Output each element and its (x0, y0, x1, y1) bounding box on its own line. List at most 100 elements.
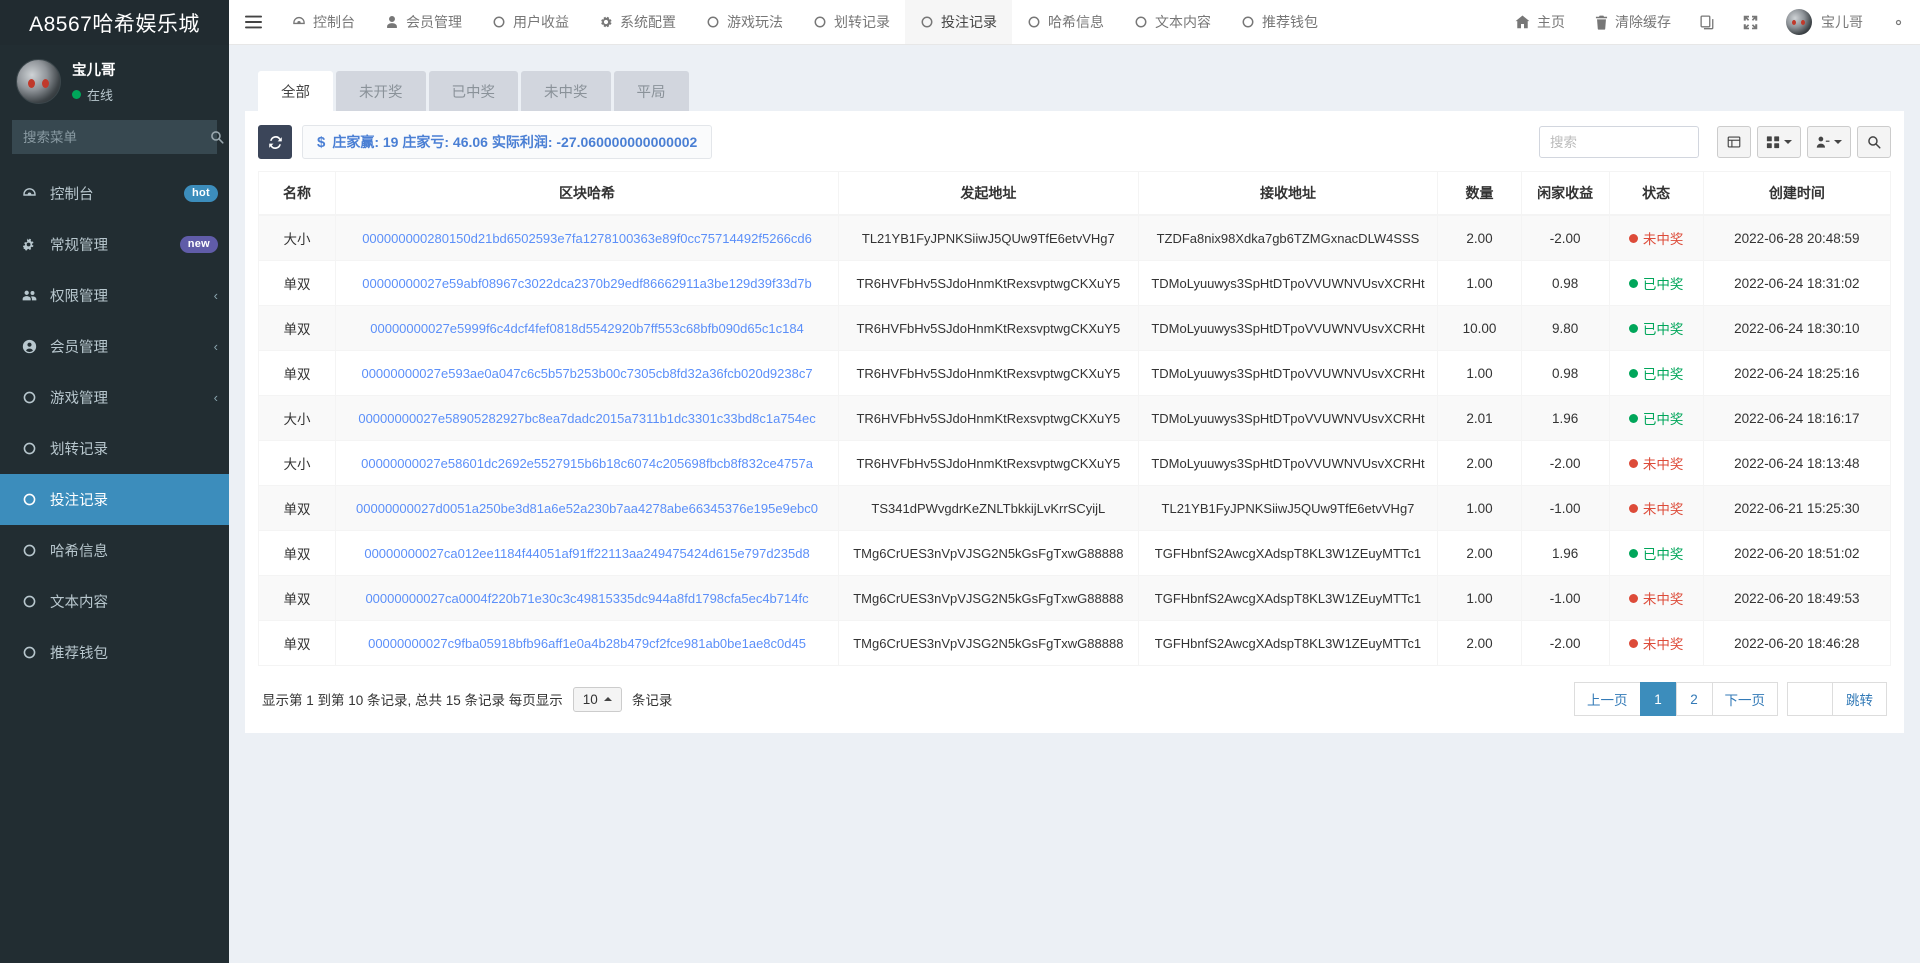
cell-status: 已中奖 (1608, 305, 1704, 351)
cell-hash: 00000000027d0051a250be3d81a6e52a230b7aa4… (335, 485, 840, 531)
circle-icon (706, 15, 720, 29)
sidebar-item-1[interactable]: 常规管理 new (0, 219, 229, 270)
sidebar-item-8[interactable]: 文本内容 (0, 576, 229, 627)
column-header-1[interactable]: 区块哈希 (335, 171, 840, 216)
cell-from-address: TR6HVFbHv5SJdoHnmKtRexsvptwgCKXuY5 (838, 440, 1139, 486)
table-row: 大小 00000000027e58905282927bc8ea7dadc2015a… (257, 395, 1892, 441)
pagination-prev[interactable]: 上一页 (1574, 682, 1640, 716)
sidebar-item-4[interactable]: 游戏管理 ‹ (0, 372, 229, 423)
tab-4[interactable]: 平局 (613, 71, 689, 111)
sidebar-item-label: 常规管理 (50, 238, 108, 254)
cell-name: 大小 (257, 440, 337, 486)
hash-link[interactable]: 00000000027e593ae0a047c6c5b57b253b00c730… (361, 366, 812, 381)
status-dot-icon (1628, 503, 1638, 513)
export-button[interactable] (1807, 126, 1851, 158)
status-badge: 未中奖 (1642, 457, 1684, 472)
search-input[interactable] (1539, 126, 1699, 158)
status-dot-icon (1628, 233, 1638, 243)
nav-user-menu[interactable]: 宝儿哥 (1772, 0, 1877, 44)
nav-link-0[interactable]: 控制台 (277, 0, 370, 44)
sidebar-item-0[interactable]: 控制台 hot (0, 168, 229, 219)
hash-link[interactable]: 00000000027ca0004f220b71e30c3c49815335dc… (365, 591, 808, 606)
cell-profit: -1.00 (1520, 575, 1610, 621)
stats-banner: $ 庄家赢: 19 庄家亏: 46.06 实际利润: -27.060000000… (302, 125, 713, 159)
nav-link-3[interactable]: 系统配置 (584, 0, 691, 44)
cell-amount: 2.00 (1437, 530, 1522, 576)
page-size-selector[interactable]: 10 (572, 686, 622, 712)
tab-0[interactable]: 全部 (258, 71, 333, 111)
sidebar-item-2[interactable]: 权限管理 ‹ (0, 270, 229, 321)
hash-link[interactable]: 00000000027e58905282927bc8ea7dadc2015a73… (358, 411, 815, 426)
pagination-jump-button[interactable]: 跳转 (1832, 682, 1887, 716)
tab-1[interactable]: 未开奖 (336, 71, 426, 111)
hash-link[interactable]: 000000000280150d21bd6502593e7fa127810036… (362, 231, 812, 246)
nav-link-6[interactable]: 投注记录 (905, 0, 1012, 44)
gear-icon[interactable] (1877, 0, 1920, 44)
pagination-page-1[interactable]: 1 (1639, 682, 1676, 716)
sidebar-item-6[interactable]: 投注记录 (0, 474, 229, 525)
hash-link[interactable]: 00000000027ca012ee1184f44051af91ff22113a… (364, 546, 809, 561)
circle-icon (1027, 15, 1041, 29)
cell-profit: 0.98 (1520, 350, 1610, 396)
sidebar-item-9[interactable]: 推荐钱包 (0, 627, 229, 678)
nav-clear-cache-button[interactable]: 清除缓存 (1580, 0, 1686, 44)
column-header-3[interactable]: 接收地址 (1137, 171, 1439, 216)
column-header-6[interactable]: 状态 (1608, 171, 1704, 216)
cell-profit: 0.98 (1520, 260, 1610, 306)
hamburger-icon[interactable] (229, 0, 277, 44)
sidebar-search-input[interactable] (13, 129, 210, 145)
tab-2[interactable]: 已中奖 (428, 71, 518, 111)
nav-link-1[interactable]: 会员管理 (370, 0, 477, 44)
tab-3[interactable]: 未中奖 (521, 71, 611, 111)
duplicate-window-icon[interactable] (1686, 0, 1729, 44)
page-size-value: 10 (582, 691, 598, 707)
column-header-2[interactable]: 发起地址 (838, 171, 1139, 216)
cell-amount: 1.00 (1437, 575, 1522, 621)
nav-link-4[interactable]: 游戏玩法 (691, 0, 798, 44)
column-header-7[interactable]: 创建时间 (1702, 171, 1892, 216)
sidebar-search[interactable] (12, 120, 224, 154)
sidebar-item-7[interactable]: 哈希信息 (0, 525, 229, 576)
circle-icon (492, 15, 506, 29)
sidebar-user-panel[interactable]: 宝儿哥 在线 (0, 45, 229, 118)
column-header-5[interactable]: 闲家收益 (1520, 171, 1610, 216)
pagination-next[interactable]: 下一页 (1711, 682, 1778, 716)
column-header-0[interactable]: 名称 (257, 171, 337, 216)
hash-link[interactable]: 00000000027c9fba05918bfb96aff1e0a4b28b47… (368, 636, 806, 651)
cell-status: 已中奖 (1608, 530, 1704, 576)
brand-logo[interactable]: A8567哈希娱乐城 (0, 0, 229, 45)
sidebar-item-badge: new (179, 236, 218, 253)
column-header-4[interactable]: 数量 (1437, 171, 1522, 216)
cell-profit: -1.00 (1520, 485, 1610, 531)
nav-home-button[interactable]: 主页 (1500, 0, 1580, 44)
status-dot-icon (1628, 548, 1638, 558)
nav-link-9[interactable]: 推荐钱包 (1226, 0, 1333, 44)
main-content: 全部 未开奖 已中奖 未中奖 平局 $ 庄家赢: 19 庄家亏: 46.06 实际利润:… (229, 45, 1920, 963)
hash-link[interactable]: 00000000027e5999f6c4dcf4fef0818d5542920b… (370, 321, 804, 336)
search-icon[interactable] (210, 121, 224, 153)
pagination-jump-input[interactable] (1787, 682, 1833, 716)
search-submit-button[interactable] (1857, 126, 1891, 158)
cell-to-address: TDMoLyuuwys3SpHtDTpoVVUWNVUsvXCRHt (1137, 350, 1439, 396)
columns-button[interactable] (1757, 126, 1801, 158)
sidebar-item-5[interactable]: 划转记录 (0, 423, 229, 474)
sidebar-item-label: 投注记录 (50, 493, 108, 509)
nav-link-8[interactable]: 文本内容 (1119, 0, 1226, 44)
nav-link-5[interactable]: 划转记录 (798, 0, 905, 44)
fullscreen-table-button[interactable] (1717, 126, 1751, 158)
status-dot-icon (1628, 323, 1638, 333)
hash-link[interactable]: 00000000027e59abf08967c3022dca2370b29edf… (362, 276, 811, 291)
hash-link[interactable]: 00000000027e58601dc2692e5527915b6b18c607… (361, 456, 813, 471)
refresh-icon[interactable] (258, 125, 292, 159)
sidebar-user-name: 宝儿哥 (72, 63, 116, 79)
circle-icon (920, 15, 934, 29)
hash-link[interactable]: 00000000027d0051a250be3d81a6e52a230b7aa4… (356, 501, 818, 516)
fullscreen-icon[interactable] (1729, 0, 1772, 44)
cell-from-address: TR6HVFbHv5SJdoHnmKtRexsvptwgCKXuY5 (838, 395, 1139, 441)
pagination-page-2[interactable]: 2 (1675, 682, 1712, 716)
sidebar-item-label: 控制台 (50, 187, 94, 203)
cell-to-address: TGFHbnfS2AwcgXAdspT8KL3W1ZEuyMTTc1 (1137, 575, 1439, 621)
nav-link-2[interactable]: 用户收益 (477, 0, 584, 44)
nav-link-7[interactable]: 哈希信息 (1012, 0, 1119, 44)
sidebar-item-3[interactable]: 会员管理 ‹ (0, 321, 229, 372)
